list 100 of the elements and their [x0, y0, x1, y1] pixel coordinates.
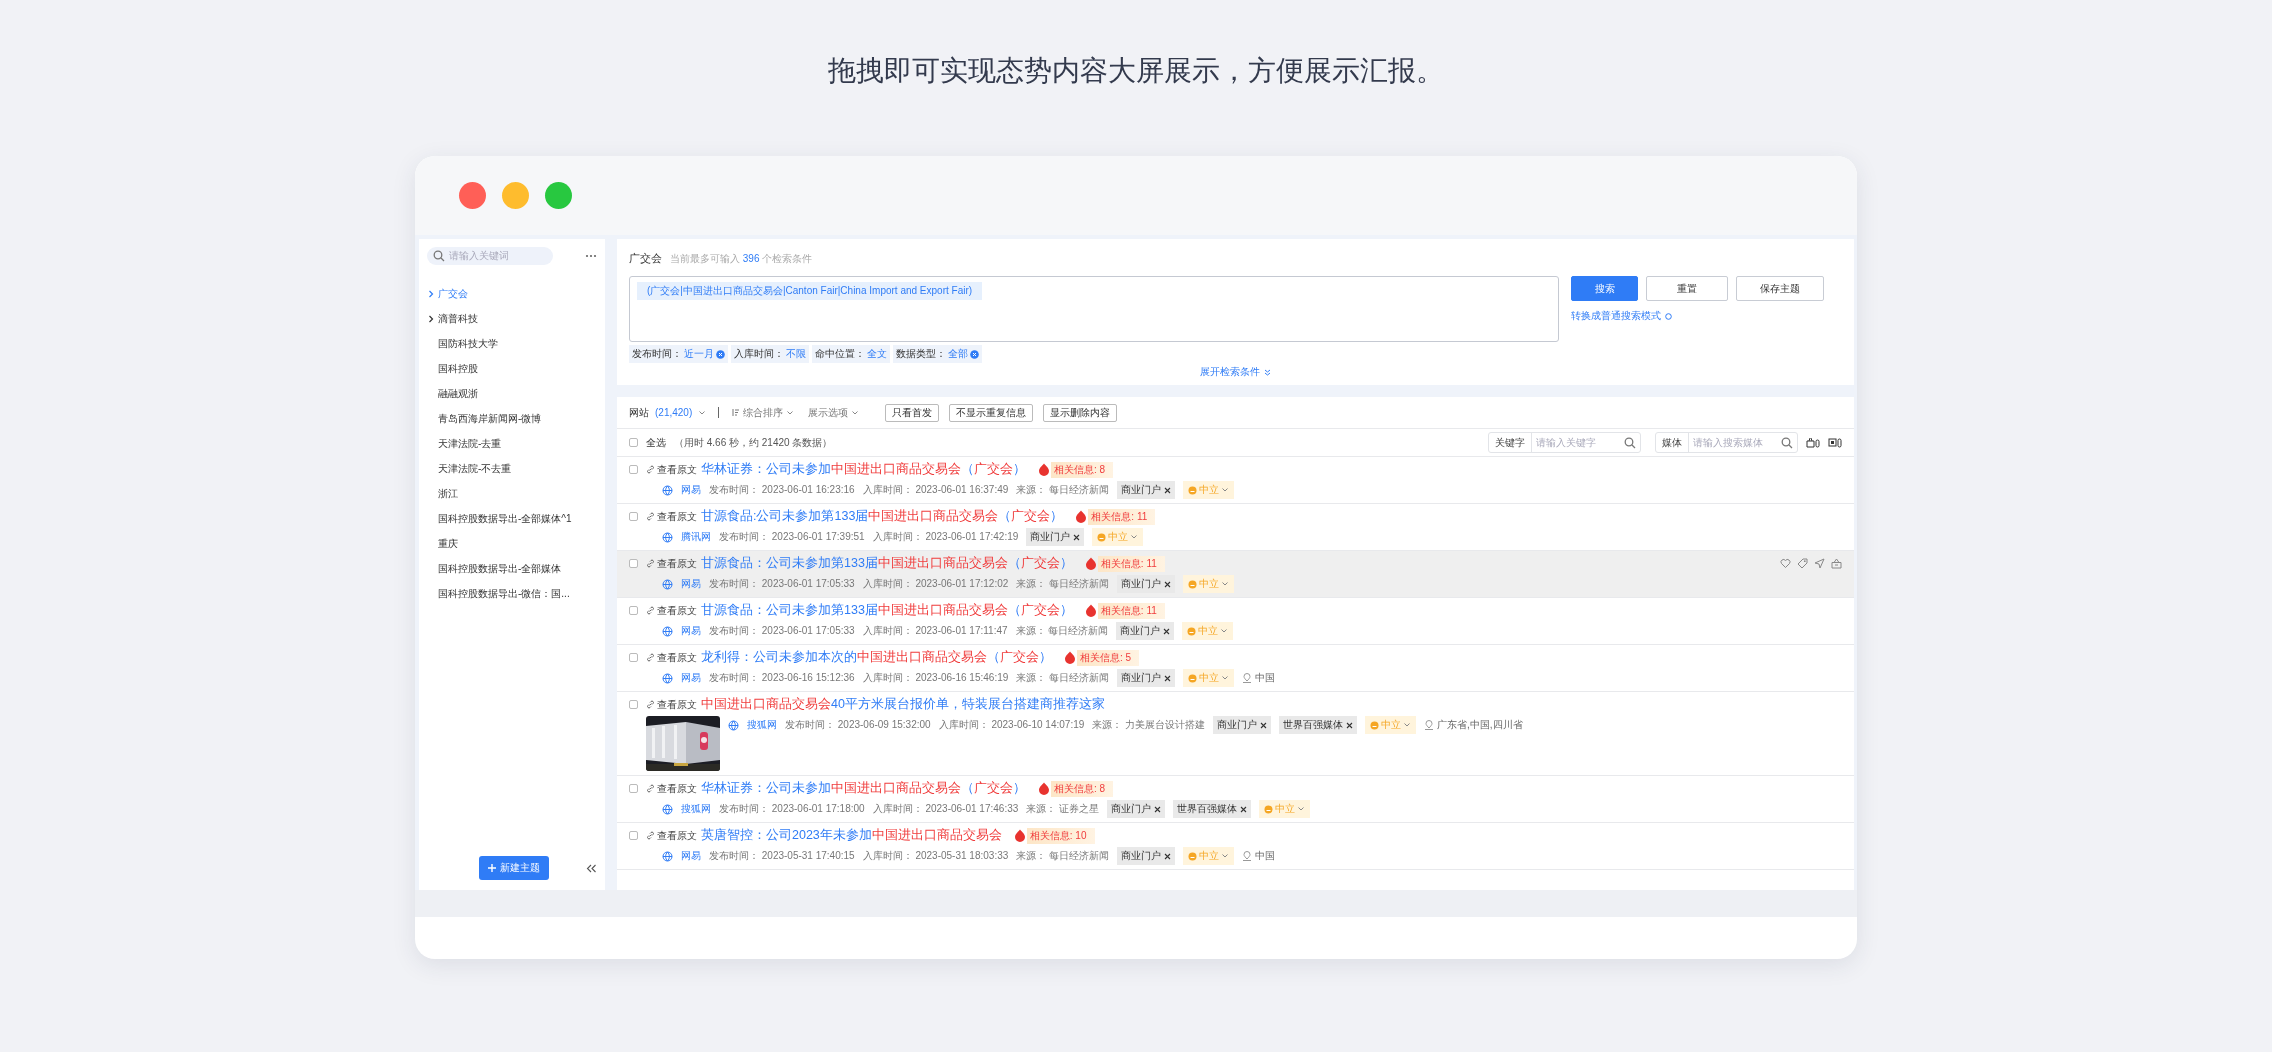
card-icon[interactable]	[1828, 437, 1842, 448]
collapse-icon[interactable]	[586, 863, 597, 873]
search-icon[interactable]	[1624, 436, 1636, 449]
remove-icon[interactable]	[970, 349, 979, 359]
topic-item[interactable]: 浙江	[427, 481, 597, 506]
topic-item[interactable]: 重庆	[427, 531, 597, 556]
topic-item[interactable]: 天津法院-不去重	[427, 456, 597, 481]
close-icon[interactable]	[1346, 721, 1354, 729]
checkbox[interactable]	[629, 653, 638, 662]
hot-icon	[1013, 829, 1026, 842]
close-icon[interactable]	[1154, 805, 1162, 813]
site-name[interactable]: 网易	[681, 577, 701, 591]
checkbox[interactable]	[629, 784, 638, 793]
view-original-link[interactable]: 查看原文	[646, 603, 697, 618]
sort-dropdown[interactable]: 综合排序	[731, 405, 795, 420]
result-row[interactable]: 查看原文 中国进出口商品交易会40平方米展台报价单，特装展台搭建商推荐这家 搜狐网 发布时间： 2023-06-09 15:32:00 入库时间： 2023-06-10 14:07:19 来源： 力美展台设计搭建 商业门户 世界百强媒体 中立 广东省,中国,四川省	[617, 692, 1854, 776]
topic-item[interactable]: 滴普科技	[427, 306, 597, 331]
result-row[interactable]: 查看原文 龙利得：公司未参加本次的中国进出口商品交易会（广交会） 相关信息: 5 网易 发布时间： 2023-06-16 15:12:36 入库时间： 2023-06-16 15:46:19 来源： 每日经济新闻 商业门户 中立 中国	[617, 645, 1854, 692]
article-title[interactable]: 甘源食品:公司未参加第133届中国进出口商品交易会（广交会）	[701, 508, 1064, 525]
result-row[interactable]: 查看原文 华林证券：公司未参加中国进出口商品交易会（广交会） 相关信息: 8 网易 发布时间： 2023-06-01 16:23:16 入库时间： 2023-06-01 16:37:49 来源： 每日经济新闻 商业门户 中立	[617, 457, 1854, 504]
topic-item[interactable]: 国科控股	[427, 356, 597, 381]
topic-item[interactable]: 青岛西海岸新闻网-微博	[427, 406, 597, 431]
reset-button[interactable]: 重置	[1646, 276, 1728, 301]
display-options-dropdown[interactable]: 展示选项	[808, 405, 860, 420]
close-icon[interactable]	[1260, 721, 1268, 729]
checkbox[interactable]	[629, 831, 638, 840]
heart-icon[interactable]	[1780, 558, 1791, 569]
media-search-field[interactable]: 媒体 请输入搜索媒体	[1655, 432, 1798, 453]
close-icon[interactable]	[1164, 486, 1172, 494]
filter-toggle-button[interactable]: 显示删除内容	[1043, 403, 1118, 422]
filter-chip[interactable]: 数据类型： 全部	[893, 345, 982, 363]
view-original-link[interactable]: 查看原文	[646, 697, 697, 712]
close-icon[interactable]	[1164, 674, 1172, 682]
site-name[interactable]: 网易	[681, 483, 701, 497]
close-icon[interactable]	[1163, 627, 1171, 635]
chevron-right-icon[interactable]	[427, 314, 435, 323]
search-icon[interactable]	[433, 250, 445, 262]
result-row[interactable]: 查看原文 华林证券：公司未参加中国进出口商品交易会（广交会） 相关信息: 8 搜狐网 发布时间： 2023-06-01 17:18:00 入库时间： 2023-06-01 17:46:33 来源： 证券之星 商业门户 世界百强媒体 中立	[617, 776, 1854, 823]
save-topic-button[interactable]: 保存主题	[1736, 276, 1824, 301]
basket-icon[interactable]	[1831, 558, 1842, 569]
new-topic-button[interactable]: 新建主题	[479, 856, 549, 880]
result-row[interactable]: 查看原文 英唐智控：公司2023年未参加中国进出口商品交易会 相关信息: 10 网易 发布时间： 2023-05-31 17:40:15 入库时间： 2023-05-31 18:03:33 来源： 每日经济新闻 商业门户 中立 中国	[617, 823, 1854, 870]
topic-item[interactable]: 广交会	[427, 281, 597, 306]
article-title[interactable]: 龙利得：公司未参加本次的中国进出口商品交易会（广交会）	[701, 649, 1052, 666]
checkbox[interactable]	[629, 559, 638, 568]
select-all-label[interactable]: 全选	[646, 435, 666, 450]
window-close-button[interactable]	[459, 182, 486, 209]
checkbox[interactable]	[629, 512, 638, 521]
window-zoom-button[interactable]	[545, 182, 572, 209]
view-original-link[interactable]: 查看原文	[646, 556, 697, 571]
tag-icon[interactable]	[1797, 558, 1808, 569]
mode-switch-link[interactable]: 转换成普通搜索模式	[1571, 309, 1824, 323]
site-name[interactable]: 搜狐网	[747, 718, 777, 732]
site-name[interactable]: 网易	[681, 671, 701, 685]
close-icon[interactable]	[1164, 580, 1172, 588]
topic-item[interactable]: 国防科技大学	[427, 331, 597, 356]
article-title[interactable]: 华林证券：公司未参加中国进出口商品交易会（广交会）	[701, 780, 1026, 797]
view-original-link[interactable]: 查看原文	[646, 650, 697, 665]
topic-item[interactable]: 国科控股数据导出-微信：国...	[427, 581, 597, 606]
site-name[interactable]: 网易	[681, 624, 701, 638]
result-row[interactable]: 查看原文 甘源食品：公司未参加第133届中国进出口商品交易会（广交会） 相关信息: 11 网易 发布时间： 2023-06-01 17:05:33 入库时间： 2023-06-01 17:11:47 来源： 每日经济新闻 商业门户 中立	[617, 598, 1854, 645]
tray-icon[interactable]	[1806, 437, 1820, 448]
filter-chip[interactable]: 入库时间： 不限	[731, 345, 809, 363]
filter-toggle-button[interactable]: 不显示重复信息	[949, 403, 1034, 422]
checkbox[interactable]	[629, 606, 638, 615]
article-title[interactable]: 英唐智控：公司2023年未参加中国进出口商品交易会	[701, 827, 1002, 844]
search-button[interactable]: 搜索	[1571, 276, 1638, 301]
site-name[interactable]: 网易	[681, 849, 701, 863]
checkbox[interactable]	[629, 438, 638, 447]
article-title[interactable]: 甘源食品：公司未参加第133届中国进出口商品交易会（广交会）	[701, 602, 1073, 619]
send-icon[interactable]	[1814, 558, 1825, 569]
site-name[interactable]: 搜狐网	[681, 802, 711, 816]
filter-chip[interactable]: 发布时间： 近一月	[629, 345, 728, 363]
expand-conditions-link[interactable]: 展开检索条件	[1200, 365, 1271, 379]
topic-item[interactable]: 融融观浙	[427, 381, 597, 406]
checkbox[interactable]	[629, 700, 638, 709]
source-filter[interactable]: 网站 (21,420)	[629, 405, 707, 420]
query-field[interactable]: (广交会|中国进出口商品交易会|Canton Fair|China Import and Export Fair)	[629, 276, 1559, 342]
article-title[interactable]: 甘源食品：公司未参加第133届中国进出口商品交易会（广交会）	[701, 555, 1073, 572]
view-original-link[interactable]: 查看原文	[646, 462, 697, 477]
filter-toggle-button[interactable]: 只看首发	[885, 403, 940, 422]
article-title[interactable]: 华林证券：公司未参加中国进出口商品交易会（广交会）	[701, 461, 1026, 478]
topic-item[interactable]: 国科控股数据导出-全部媒体	[427, 556, 597, 581]
close-icon[interactable]	[1240, 805, 1248, 813]
view-original-link[interactable]: 查看原文	[646, 828, 697, 843]
topic-item[interactable]: 国科控股数据导出-全部媒体^1	[427, 506, 597, 531]
close-icon[interactable]	[1073, 533, 1081, 541]
remove-icon[interactable]	[716, 349, 725, 359]
site-name[interactable]: 腾讯网	[681, 530, 711, 544]
view-original-link[interactable]: 查看原文	[646, 781, 697, 796]
close-icon[interactable]	[1164, 852, 1172, 860]
keyword-search-field[interactable]: 关键字 请输入关键字	[1488, 432, 1641, 453]
topic-item[interactable]: 天津法院-去重	[427, 431, 597, 456]
filter-chip[interactable]: 命中位置： 全文	[812, 345, 890, 363]
search-icon[interactable]	[1781, 436, 1793, 449]
result-row[interactable]: 查看原文 甘源食品：公司未参加第133届中国进出口商品交易会（广交会） 相关信息: 11 网易 发布时间： 2023-06-01 17:05:33 入库时间： 2023-06-01 17:12:02 来源： 每日经济新闻 商业门户 中立	[617, 551, 1854, 598]
more-icon[interactable]	[585, 254, 597, 258]
article-title[interactable]: 中国进出口商品交易会40平方米展台报价单，特装展台搭建商推荐这家	[701, 696, 1105, 713]
checkbox[interactable]	[629, 465, 638, 474]
view-original-link[interactable]: 查看原文	[646, 509, 697, 524]
